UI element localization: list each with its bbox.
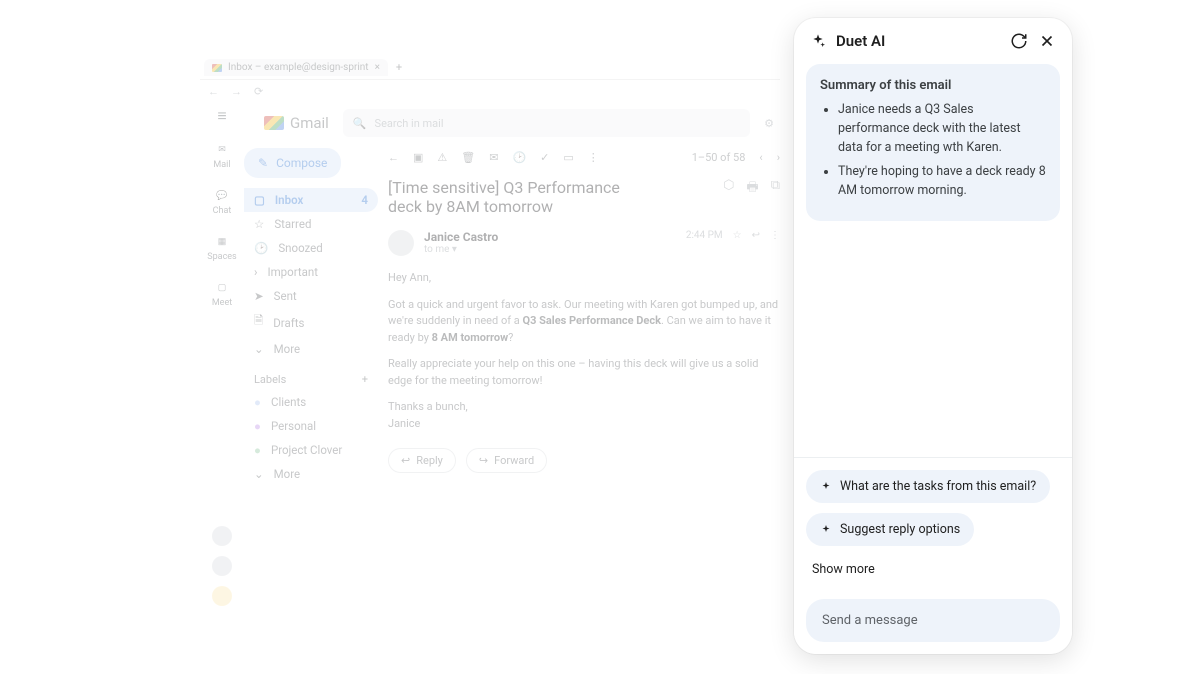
- mark-unread-icon[interactable]: ✉: [489, 151, 498, 164]
- forward-icon[interactable]: →: [231, 85, 242, 98]
- important-icon: ›: [254, 265, 257, 279]
- email-body: Hey Ann, Got a quick and urgent favor to…: [388, 270, 780, 432]
- pager-text: 1–50 of 58: [692, 151, 746, 164]
- gmail-window: Inbox – example@design-sprint × + ← → ⟳ …: [200, 56, 780, 616]
- back-icon[interactable]: ←: [208, 85, 219, 98]
- suggestion-chip[interactable]: What are the tasks from this email?: [806, 470, 1050, 503]
- reply-icon[interactable]: ↩: [752, 230, 760, 241]
- gmail-logo: Gmail: [264, 114, 329, 132]
- task-icon[interactable]: ✓: [540, 151, 549, 164]
- label-clients[interactable]: ●Clients: [244, 390, 378, 414]
- labels-heading: Labels +: [254, 373, 378, 386]
- more-icon[interactable]: ⋮: [588, 151, 599, 164]
- time: 2:44 PM: [686, 230, 723, 241]
- duet-title: Duet AI: [836, 32, 885, 50]
- reply-button[interactable]: ↩Reply: [388, 448, 456, 473]
- new-tab-icon[interactable]: +: [396, 61, 402, 74]
- close-tab-icon[interactable]: ×: [375, 62, 380, 73]
- duet-panel: Duet AI Summary of this email Janice nee…: [794, 18, 1072, 654]
- forward-icon: ↪: [479, 454, 488, 467]
- back-icon[interactable]: ←: [388, 151, 399, 164]
- label-personal[interactable]: ●Personal: [244, 414, 378, 438]
- add-label-icon[interactable]: +: [362, 373, 368, 386]
- chevron-down-icon[interactable]: ▾: [452, 244, 457, 255]
- snooze-icon[interactable]: 🕑: [512, 151, 526, 164]
- email-toolbar: ← ▣ ⚠ 🗑 ✉ 🕑 ✓ ▭ ⋮ 1–50 of 58 ‹ ›: [388, 144, 780, 170]
- gmail-favicon-icon: [212, 64, 222, 72]
- sparkle-icon: [820, 481, 832, 493]
- sidebar-item-sent[interactable]: ➤Sent: [244, 284, 378, 308]
- label-icon: ●: [254, 443, 261, 457]
- sidebar: ✎ Compose ▢Inbox 4 ☆Starred 🕑Snoozed ›Im…: [244, 144, 384, 486]
- send-icon: ➤: [254, 289, 264, 303]
- show-more-button[interactable]: Show more: [806, 556, 881, 583]
- email-subject: [Time sensitive] Q3 Performance deck by …: [388, 178, 780, 216]
- archive-icon[interactable]: ▣: [413, 151, 423, 164]
- chevron-down-icon: ⌄: [254, 467, 264, 481]
- gmail-header: Gmail 🔍 Search in mail ⚙: [200, 102, 780, 144]
- avatar: [388, 230, 414, 256]
- summary-heading: Summary of this email: [820, 78, 1046, 93]
- browser-tab[interactable]: Inbox – example@design-sprint ×: [204, 59, 388, 76]
- browser-nav: ← → ⟳: [200, 80, 780, 102]
- search-input[interactable]: 🔍 Search in mail: [343, 109, 750, 137]
- gmail-logo-icon: [264, 116, 284, 130]
- label-chip-icon[interactable]: ⬡: [723, 178, 734, 200]
- inbox-icon: ▢: [254, 193, 265, 207]
- chevron-down-icon: ⌄: [254, 342, 264, 356]
- sidebar-item-snoozed[interactable]: 🕑Snoozed: [244, 236, 378, 260]
- label-icon: ●: [254, 395, 261, 409]
- prev-icon[interactable]: ‹: [759, 151, 762, 164]
- sidebar-item-inbox[interactable]: ▢Inbox 4: [244, 188, 378, 212]
- close-icon[interactable]: [1038, 32, 1056, 50]
- sidebar-item-drafts[interactable]: 🗎Drafts: [244, 308, 378, 337]
- star-icon: ☆: [254, 217, 264, 231]
- next-icon[interactable]: ›: [777, 151, 780, 164]
- sidebar-item-starred[interactable]: ☆Starred: [244, 212, 378, 236]
- sender-name: Janice Castro: [424, 230, 498, 244]
- move-icon[interactable]: ▭: [563, 151, 573, 164]
- browser-tab-bar: Inbox – example@design-sprint × +: [200, 56, 780, 80]
- print-icon[interactable]: 🖶: [746, 178, 758, 200]
- sidebar-item-more[interactable]: ⌄More: [244, 337, 378, 361]
- summary-item: Janice needs a Q3 Sales performance deck…: [838, 101, 1046, 157]
- star-icon[interactable]: ☆: [733, 230, 742, 241]
- label-project-clover[interactable]: ●Project Clover: [244, 438, 378, 462]
- summary-card: Summary of this email Janice needs a Q3 …: [806, 64, 1060, 221]
- reload-icon[interactable]: ⟳: [254, 85, 263, 98]
- suggestion-chip[interactable]: Suggest reply options: [806, 513, 974, 546]
- report-icon[interactable]: ⚠: [437, 151, 447, 164]
- duet-footer: What are the tasks from this email? Sugg…: [794, 457, 1072, 654]
- label-more[interactable]: ⌄More: [244, 462, 378, 486]
- forward-button[interactable]: ↪Forward: [466, 448, 547, 473]
- duet-content: Summary of this email Janice needs a Q3 …: [794, 64, 1072, 457]
- sparkle-icon: [820, 524, 832, 536]
- search-icon: 🔍: [353, 117, 367, 130]
- duet-header: Duet AI: [794, 18, 1072, 64]
- summary-item: They're hoping to have a deck ready 8 AM…: [838, 163, 1046, 201]
- draft-icon: 🗎: [254, 313, 263, 332]
- sidebar-item-important[interactable]: ›Important: [244, 260, 378, 284]
- more-icon[interactable]: ⋮: [770, 230, 780, 241]
- popout-icon[interactable]: ⧉: [771, 178, 780, 200]
- label-icon: ●: [254, 419, 261, 433]
- refresh-icon[interactable]: [1010, 32, 1028, 50]
- filter-icon[interactable]: ⚙: [764, 117, 774, 130]
- sparkle-icon: [810, 33, 826, 49]
- delete-icon[interactable]: 🗑: [461, 151, 475, 164]
- sender-row: Janice Castro to me ▾ 2:44 PM ☆ ↩ ⋮: [388, 230, 780, 256]
- reply-icon: ↩: [401, 454, 410, 467]
- pencil-icon: ✎: [258, 156, 268, 170]
- email-view: ← ▣ ⚠ 🗑 ✉ 🕑 ✓ ▭ ⋮ 1–50 of 58 ‹ › [Time s…: [384, 144, 780, 486]
- clock-icon: 🕑: [254, 241, 268, 255]
- compose-button[interactable]: ✎ Compose: [244, 148, 341, 178]
- message-input[interactable]: Send a message: [806, 599, 1060, 642]
